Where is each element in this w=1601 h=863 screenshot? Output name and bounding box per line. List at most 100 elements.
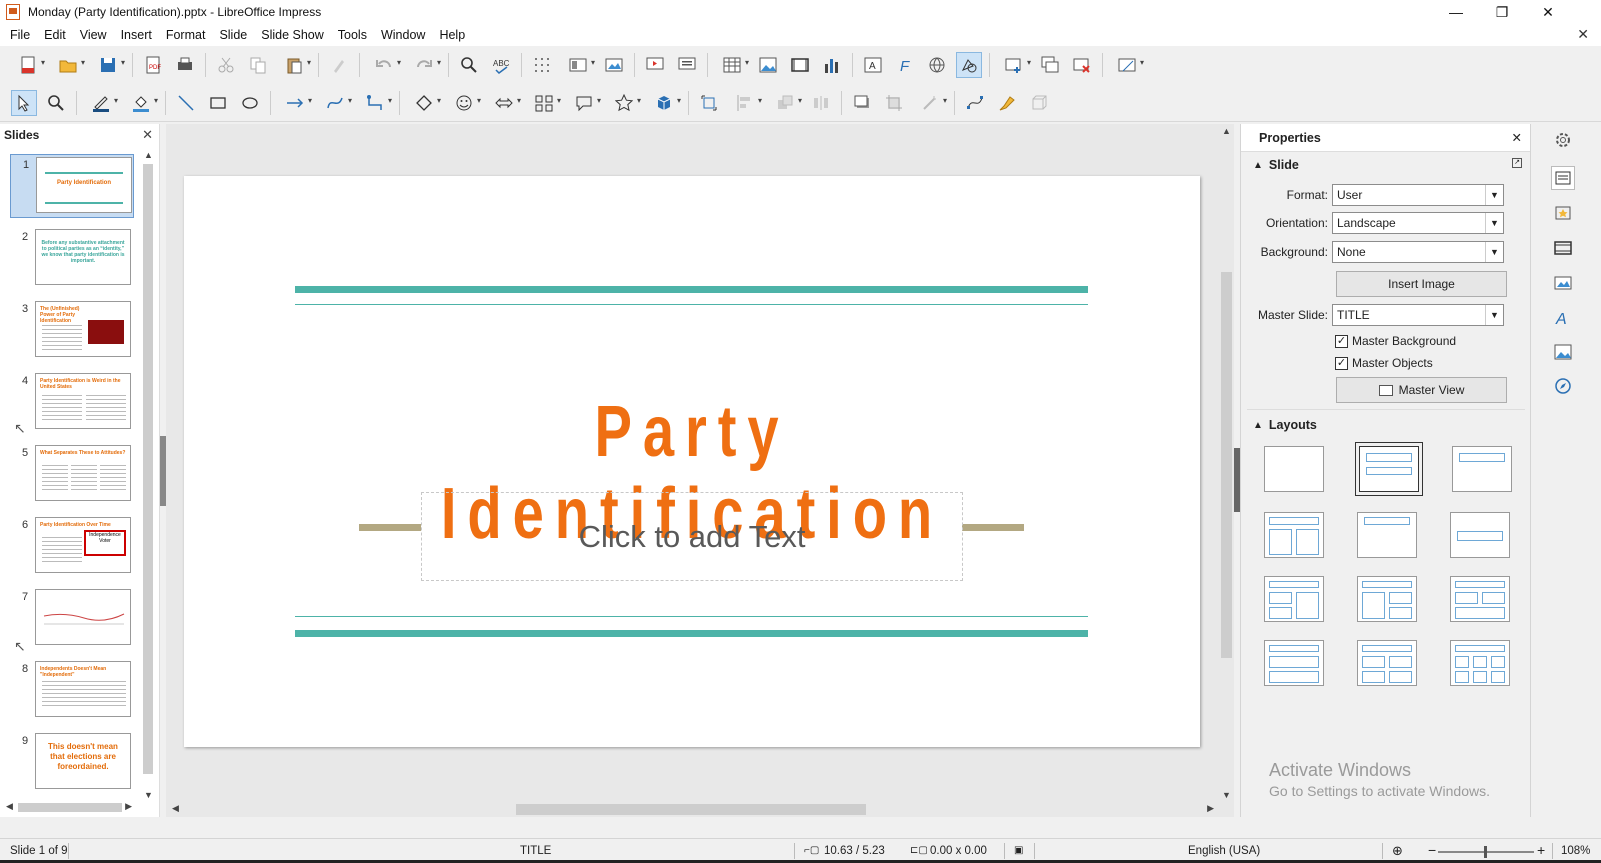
scroll-up-icon[interactable]: ▲	[144, 150, 153, 160]
master-slide-icon[interactable]	[601, 52, 627, 78]
slide-thumbnail-3[interactable]: 3 The (Unfinished) Power of Party Identi…	[10, 299, 134, 363]
menu-insert[interactable]: Insert	[114, 28, 159, 42]
redo-icon[interactable]	[407, 52, 441, 78]
glue-points-icon[interactable]	[994, 90, 1020, 116]
subtitle-placeholder[interactable]: Click to add Text	[421, 492, 963, 581]
open-folder-icon[interactable]	[51, 52, 85, 78]
layout-centered-text[interactable]	[1450, 512, 1510, 558]
clone-formatting-icon[interactable]	[326, 52, 352, 78]
master-background-checkbox[interactable]: ✓ Master Background	[1335, 334, 1456, 348]
zoom-slider-knob[interactable]	[1484, 846, 1487, 858]
arrange-icon[interactable]	[768, 90, 802, 116]
cut-icon[interactable]	[213, 52, 239, 78]
symbol-shapes-icon[interactable]	[447, 90, 481, 116]
document-modified-icon[interactable]: ▣	[1014, 845, 1023, 856]
sidebar-properties-icon[interactable]	[1551, 166, 1575, 190]
scrollbar-thumb[interactable]	[18, 803, 122, 812]
scroll-right-icon[interactable]: ▶	[125, 801, 132, 812]
duplicate-slide-icon[interactable]	[1037, 52, 1063, 78]
scrollbar-thumb[interactable]	[516, 804, 866, 815]
sidebar-navigator-icon[interactable]	[1551, 374, 1575, 398]
undo-icon[interactable]	[367, 52, 401, 78]
basic-shapes-icon[interactable]	[407, 90, 441, 116]
line-color-icon[interactable]	[84, 90, 118, 116]
select-pointer-icon[interactable]	[11, 89, 37, 116]
insert-image-button[interactable]: Insert Image	[1336, 271, 1507, 297]
menu-format[interactable]: Format	[159, 28, 213, 42]
slide-thumbnail-6[interactable]: 6 Party Identification Over Time Indepen…	[10, 515, 134, 579]
hyperlink-icon[interactable]	[924, 52, 950, 78]
crop-image-icon[interactable]	[881, 90, 907, 116]
new-slide-icon[interactable]	[997, 52, 1031, 78]
insert-ellipse-icon[interactable]	[237, 90, 263, 116]
callout-shapes-icon[interactable]	[567, 90, 601, 116]
more-options-icon[interactable]: ↗	[1512, 158, 1522, 168]
master-slide-select[interactable]: TITLE ▼	[1332, 304, 1504, 326]
layout-title-content[interactable]	[1452, 446, 1512, 492]
slide-thumbnail-5[interactable]: 5 What Separates These to Attitudes?	[10, 443, 134, 507]
slide-thumbnail-1[interactable]: 1 Party Identification	[10, 154, 134, 218]
sidebar-animation-icon[interactable]	[1551, 236, 1575, 260]
paste-icon[interactable]	[277, 52, 311, 78]
slide-thumbnail-2[interactable]: 2 Before any substantive attachment to p…	[10, 227, 134, 291]
points-edit-icon[interactable]	[962, 90, 988, 116]
layout-blank[interactable]	[1264, 446, 1324, 492]
close-slides-pane-icon[interactable]: ✕	[142, 127, 153, 143]
block-arrows-icon[interactable]	[487, 90, 521, 116]
zoom-pan-icon[interactable]	[43, 90, 69, 116]
connectors-icon[interactable]	[358, 90, 392, 116]
scroll-right-icon[interactable]: ▶	[1207, 803, 1214, 814]
insert-chart-icon[interactable]	[819, 52, 845, 78]
language-status[interactable]: English (USA)	[1188, 845, 1260, 857]
distribute-icon[interactable]	[808, 90, 834, 116]
minimize-button[interactable]: —	[1433, 0, 1479, 24]
display-views-icon[interactable]	[561, 52, 595, 78]
close-document-icon[interactable]: ✕	[1577, 26, 1589, 43]
sidebar-master-slides-icon[interactable]	[1551, 271, 1575, 295]
edit-vertical-scrollbar[interactable]: ▲ ▼	[1218, 124, 1234, 800]
zoom-level-status[interactable]: 108%	[1561, 845, 1590, 857]
lines-arrows-icon[interactable]	[278, 90, 312, 116]
insert-textbox-icon[interactable]: A	[860, 52, 886, 78]
align-objects-icon[interactable]	[728, 90, 762, 116]
background-select[interactable]: None ▼	[1332, 241, 1504, 263]
layout-title-2content-content[interactable]	[1264, 576, 1324, 622]
insert-line-icon[interactable]	[173, 90, 199, 116]
scroll-left-icon[interactable]: ◀	[172, 803, 179, 814]
format-select[interactable]: User ▼	[1332, 184, 1504, 206]
layout-title-slide[interactable]	[1355, 442, 1423, 496]
toggle-extrusion-icon[interactable]	[1026, 90, 1052, 116]
spelling-icon[interactable]: ABC	[488, 52, 514, 78]
insert-media-icon[interactable]	[787, 52, 813, 78]
scroll-down-icon[interactable]: ▼	[1222, 790, 1231, 800]
menu-slide[interactable]: Slide	[212, 28, 254, 42]
print-icon[interactable]	[172, 52, 198, 78]
layout-title-2-content[interactable]	[1264, 512, 1324, 558]
close-properties-icon[interactable]: ✕	[1512, 130, 1522, 145]
slide-layout-icon[interactable]	[1110, 52, 1144, 78]
export-pdf-icon[interactable]: PDF	[140, 52, 166, 78]
start-first-slide-icon[interactable]	[642, 52, 668, 78]
slide-thumbnail-8[interactable]: 8 Independents Doesn't Mean "Independent…	[10, 659, 134, 723]
edit-horizontal-scrollbar[interactable]: ◀ ▶	[166, 800, 1218, 817]
menu-slide-show[interactable]: Slide Show	[254, 28, 331, 42]
menu-tools[interactable]: Tools	[331, 28, 374, 42]
slide-thumbnail-9[interactable]: 9 This doesn't mean that elections are f…	[10, 731, 134, 795]
slide-thumbnail-4[interactable]: 4 Party Identification is Weird in the U…	[10, 371, 134, 435]
scroll-up-icon[interactable]: ▲	[1222, 126, 1231, 136]
close-window-button[interactable]: ✕	[1525, 0, 1571, 24]
start-current-slide-icon[interactable]	[674, 52, 700, 78]
sidebar-settings-gear-icon[interactable]	[1551, 128, 1575, 152]
menu-view[interactable]: View	[73, 28, 114, 42]
sidebar-gallery-icon[interactable]	[1551, 340, 1575, 364]
shadow-icon[interactable]	[849, 90, 875, 116]
layouts-section-header[interactable]: ▲ Layouts	[1253, 418, 1317, 432]
rotate-icon[interactable]	[696, 90, 722, 116]
slides-horizontal-scrollbar[interactable]: ◀ ▶	[4, 799, 134, 815]
scrollbar-thumb[interactable]	[143, 164, 153, 774]
insert-image-icon[interactable]	[755, 52, 781, 78]
sidebar-styles-icon[interactable]: A	[1551, 305, 1575, 329]
layout-title-2content-over-content[interactable]	[1450, 576, 1510, 622]
insert-rectangle-icon[interactable]	[205, 90, 231, 116]
fontwork-icon[interactable]: F	[892, 52, 918, 78]
